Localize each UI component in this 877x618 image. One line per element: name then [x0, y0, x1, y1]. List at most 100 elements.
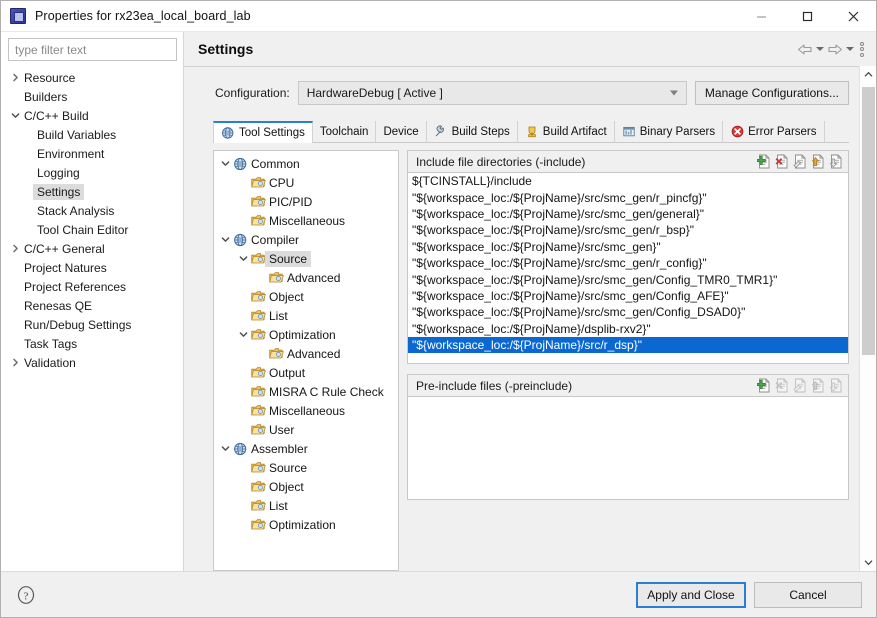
tool-tree-item-label: Optimization	[267, 328, 336, 342]
cancel-button[interactable]: Cancel	[754, 582, 862, 608]
scrollbar-track[interactable]	[860, 83, 877, 554]
chevron-down-icon[interactable]	[218, 235, 232, 244]
sidebar-item-resource[interactable]: Resource	[1, 68, 183, 87]
tool-tree-item-object[interactable]: Object	[214, 287, 398, 306]
tool-tree-item-compiler[interactable]: Compiler	[214, 230, 398, 249]
tool-tree-item-user[interactable]: User	[214, 420, 398, 439]
sidebar-item-tool-chain-editor[interactable]: Tool Chain Editor	[1, 220, 183, 239]
content-vertical-scrollbar[interactable]	[859, 66, 876, 571]
scrollbar-thumb[interactable]	[862, 87, 875, 355]
tab-device[interactable]: Device	[376, 121, 426, 142]
tool-tree-item-list[interactable]: List	[214, 496, 398, 515]
tool-tree-item-list[interactable]: List	[214, 306, 398, 325]
sidebar-item-project-natures[interactable]: Project Natures	[1, 258, 183, 277]
edit-icon[interactable]	[793, 154, 808, 170]
tab-error-parsers[interactable]: Error Parsers	[723, 121, 824, 142]
tool-tree-item-advanced[interactable]: Advanced	[214, 344, 398, 363]
tool-tree-item-advanced[interactable]: Advanced	[214, 268, 398, 287]
list-item[interactable]: "${workspace_loc:/${ProjName}/src/smc_ge…	[408, 271, 848, 287]
folder-icon	[250, 518, 267, 531]
back-dropdown-icon[interactable]	[816, 47, 824, 51]
tool-tree-item-optimization[interactable]: Optimization	[214, 515, 398, 534]
scroll-up-arrow-icon[interactable]	[860, 66, 877, 83]
close-icon[interactable]	[830, 1, 876, 32]
sidebar-item-run-debug-settings[interactable]: Run/Debug Settings	[1, 315, 183, 334]
tab-tool-settings[interactable]: Tool Settings	[213, 121, 313, 143]
list-item[interactable]: "${workspace_loc:/${ProjName}/dsplib-rxv…	[408, 321, 848, 337]
tab-toolchain[interactable]: Toolchain	[313, 121, 377, 142]
tool-tree-item-label: Compiler	[249, 233, 299, 247]
add-icon[interactable]	[757, 378, 772, 394]
tool-tree-item-optimization[interactable]: Optimization	[214, 325, 398, 344]
tool-tree-item-miscellaneous[interactable]: Miscellaneous	[214, 211, 398, 230]
sidebar-item-c-c-build[interactable]: C/C++ Build	[1, 106, 183, 125]
sidebar-item-settings[interactable]: Settings	[1, 182, 183, 201]
chevron-down-icon[interactable]	[9, 111, 22, 120]
tool-tree-item-assembler[interactable]: Assembler	[214, 439, 398, 458]
forward-arrow-icon[interactable]	[826, 40, 844, 58]
move-down-icon[interactable]	[829, 154, 844, 170]
chevron-right-icon[interactable]	[9, 244, 22, 253]
back-arrow-icon[interactable]	[796, 40, 814, 58]
tool-tree-item-miscellaneous[interactable]: Miscellaneous	[214, 401, 398, 420]
tab-build-steps[interactable]: Build Steps	[427, 121, 518, 142]
configuration-dropdown[interactable]: HardwareDebug [ Active ]	[298, 81, 687, 105]
tool-tree-item-pic-pid[interactable]: PIC/PID	[214, 192, 398, 211]
tool-tree-item-output[interactable]: Output	[214, 363, 398, 382]
list-item[interactable]: "${workspace_loc:/${ProjName}/src/smc_ge…	[408, 304, 848, 320]
delete-icon[interactable]	[775, 154, 790, 170]
sidebar-item-logging[interactable]: Logging	[1, 163, 183, 182]
sidebar-item-c-c-general[interactable]: C/C++ General	[1, 239, 183, 258]
minimize-icon[interactable]	[738, 1, 784, 32]
tool-tree-item-common[interactable]: Common	[214, 154, 398, 173]
sidebar-item-stack-analysis[interactable]: Stack Analysis	[1, 201, 183, 220]
chevron-right-icon[interactable]	[9, 73, 22, 82]
forward-dropdown-icon[interactable]	[846, 47, 854, 51]
chevron-right-icon[interactable]	[9, 358, 22, 367]
maximize-icon[interactable]	[784, 1, 830, 32]
sidebar-item-build-variables[interactable]: Build Variables	[1, 125, 183, 144]
tool-tree-item-source[interactable]: Source	[214, 458, 398, 477]
sidebar-item-environment[interactable]: Environment	[1, 144, 183, 163]
folder-icon	[250, 461, 267, 474]
tab-binary-parsers[interactable]: Binary Parsers	[615, 121, 723, 142]
chevron-down-icon[interactable]	[236, 254, 250, 263]
view-menu-icon[interactable]	[856, 42, 868, 57]
list-item[interactable]: "${workspace_loc:/${ProjName}/src/smc_ge…	[408, 189, 848, 205]
chevron-down-icon[interactable]	[218, 444, 232, 453]
sidebar-item-project-references[interactable]: Project References	[1, 277, 183, 296]
add-icon[interactable]	[757, 154, 772, 170]
move-up-icon[interactable]	[811, 154, 826, 170]
tab-label: Device	[383, 126, 418, 138]
preinclude-files-list[interactable]	[407, 396, 849, 500]
folder-icon	[250, 290, 267, 303]
list-item[interactable]: "${workspace_loc:/${ProjName}/src/smc_ge…	[408, 222, 848, 238]
list-item[interactable]: "${workspace_loc:/${ProjName}/src/smc_ge…	[408, 239, 848, 255]
tool-settings-icon	[221, 126, 235, 140]
tool-tree-item-misra-c-rule-check[interactable]: MISRA C Rule Check	[214, 382, 398, 401]
help-icon[interactable]: ?	[15, 584, 37, 606]
sidebar-item-task-tags[interactable]: Task Tags	[1, 334, 183, 353]
sidebar-item-renesas-qe[interactable]: Renesas QE	[1, 296, 183, 315]
sidebar-item-validation[interactable]: Validation	[1, 353, 183, 372]
list-item[interactable]: "${workspace_loc:/${ProjName}/src/smc_ge…	[408, 206, 848, 222]
filter-input[interactable]: type filter text	[8, 38, 177, 61]
apply-and-close-button[interactable]: Apply and Close	[636, 582, 746, 608]
list-item[interactable]: "${workspace_loc:/${ProjName}/src/r_dsp}…	[408, 337, 848, 353]
scroll-down-arrow-icon[interactable]	[860, 554, 877, 571]
tool-tree-item-cpu[interactable]: CPU	[214, 173, 398, 192]
delete-icon	[775, 378, 790, 394]
tab-build-artifact[interactable]: Build Artifact	[518, 121, 615, 142]
chevron-down-icon[interactable]	[236, 330, 250, 339]
list-item[interactable]: "${workspace_loc:/${ProjName}/src/smc_ge…	[408, 288, 848, 304]
include-directories-list[interactable]: ${TCINSTALL}/include"${workspace_loc:/${…	[407, 172, 849, 364]
tool-tree-item-source[interactable]: Source	[214, 249, 398, 268]
tool-tree-item-label: Advanced	[285, 271, 340, 285]
list-item[interactable]: ${TCINSTALL}/include	[408, 173, 848, 189]
folder-icon	[250, 309, 267, 322]
chevron-down-icon[interactable]	[218, 159, 232, 168]
tool-tree-item-object[interactable]: Object	[214, 477, 398, 496]
list-item[interactable]: "${workspace_loc:/${ProjName}/src/smc_ge…	[408, 255, 848, 271]
sidebar-item-builders[interactable]: Builders	[1, 87, 183, 106]
manage-configurations-button[interactable]: Manage Configurations...	[695, 81, 849, 105]
